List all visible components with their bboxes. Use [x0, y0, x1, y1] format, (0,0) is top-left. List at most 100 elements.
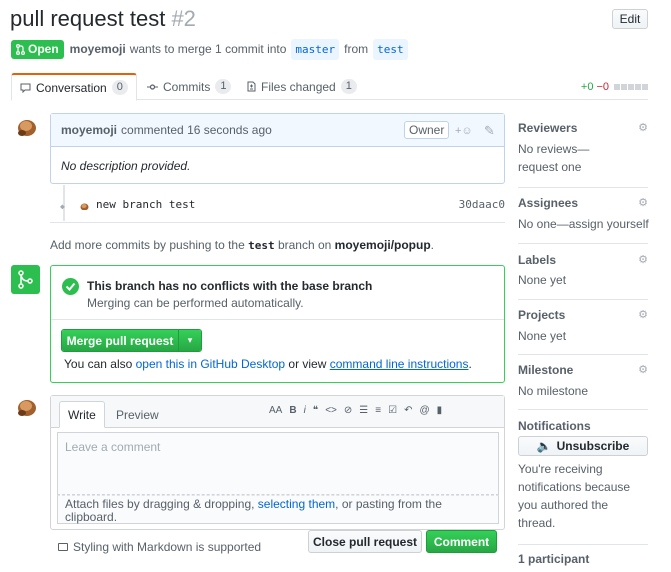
notification-reason-line: You're receiving — [518, 462, 603, 476]
markdown-note[interactable]: Styling with Markdown is supported — [58, 540, 261, 554]
gear-icon[interactable]: ⚙ — [638, 363, 648, 376]
bookmark-icon[interactable]: ▮ — [437, 405, 443, 416]
editor-tabs: Write Preview AA B i ❝ <> ⊘ ☰ ≡ ☑ ↶ @ ▮ — [51, 396, 504, 428]
tab-label: Files changed — [261, 79, 336, 94]
tab-label: Commits — [163, 79, 211, 94]
commit-message[interactable]: new branch test — [96, 198, 195, 211]
hint-repo: moyemoji/popup — [334, 238, 431, 252]
page-title: pull request test #2 — [10, 6, 196, 32]
link-icon[interactable]: ⊘ — [344, 405, 352, 416]
avatar[interactable] — [14, 395, 38, 419]
base-branch[interactable]: master — [291, 38, 340, 60]
mute-icon: 🔈 — [536, 439, 552, 453]
merge-alt-middle: or view — [288, 357, 327, 371]
unsubscribe-label: Unsubscribe — [556, 439, 630, 453]
comment-textarea[interactable]: Leave a comment — [57, 432, 499, 495]
tab-counter: 1 — [340, 79, 357, 94]
push-hint: Add more commits by pushing to the test … — [50, 238, 434, 252]
close-pull-request-button[interactable]: Close pull request — [308, 530, 422, 553]
gear-icon[interactable]: ⚙ — [638, 253, 648, 266]
assignees-value[interactable]: No one—assign yourself — [518, 214, 649, 234]
notification-reason: You're receiving notifications because y… — [518, 460, 648, 532]
diffstat-blocks — [614, 84, 648, 90]
comment-editor: Write Preview AA B i ❝ <> ⊘ ☰ ≡ ☑ ↶ @ ▮ … — [50, 395, 505, 530]
mention-icon[interactable]: @ — [419, 405, 429, 416]
notifications-title: Notifications — [518, 419, 591, 433]
markdown-note-label: Styling with Markdown is supported — [73, 540, 262, 554]
add-reaction-icon[interactable]: +☺ — [455, 125, 473, 137]
tab-conversation[interactable]: Conversation 0 — [11, 73, 137, 101]
commit-icon: ◆ — [60, 202, 65, 211]
status-label: Open — [28, 42, 59, 56]
projects-value: None yet — [518, 329, 567, 343]
quote-icon[interactable]: ❝ — [313, 405, 318, 416]
merge-status: This branch has no conflicts with the ba… — [51, 266, 504, 320]
tab-commits[interactable]: Commits 1 — [139, 73, 239, 100]
unsubscribe-button[interactable]: 🔈 Unsubscribe — [518, 436, 648, 456]
head-branch[interactable]: test — [373, 38, 408, 60]
commit-author-avatar[interactable] — [80, 201, 89, 210]
reviewers-title[interactable]: Reviewers — [518, 121, 577, 135]
ordered-list-icon[interactable]: ≡ — [375, 405, 381, 416]
edit-button[interactable]: Edit — [612, 9, 648, 29]
participants-title: 1 participant — [518, 552, 590, 566]
tab-counter: 0 — [111, 80, 128, 95]
request-review-link[interactable]: request one — [518, 157, 581, 177]
meta-text: wants to merge 1 commit into — [129, 42, 287, 56]
select-files-link[interactable]: selecting them — [258, 497, 335, 511]
sidebar-reviewers: Reviewers ⚙ No reviews— request one — [518, 113, 648, 188]
merge-button-group: Merge pull request ▾ — [61, 329, 202, 352]
labels-value: None yet — [518, 273, 567, 287]
projects-title[interactable]: Projects — [518, 308, 565, 322]
gear-icon[interactable]: ⚙ — [638, 308, 648, 321]
merge-alt-suffix: . — [468, 357, 472, 371]
comment-button[interactable]: Comment — [426, 530, 497, 553]
sidebar-assignees: Assignees ⚙ No one—assign yourself — [518, 188, 649, 244]
deletions-count: −0 — [596, 81, 609, 93]
comment-author[interactable]: moyemoji — [61, 123, 117, 137]
tab-files-changed[interactable]: Files changed 1 — [239, 73, 365, 100]
gear-icon[interactable]: ⚙ — [638, 196, 648, 209]
tab-counter: 1 — [215, 79, 232, 94]
tab-label: Conversation — [36, 80, 107, 95]
pr-description-comment: moyemoji commented 16 seconds ago Owner … — [50, 113, 505, 184]
labels-title[interactable]: Labels — [518, 253, 556, 267]
open-in-desktop-link[interactable]: open this in GitHub Desktop — [136, 357, 285, 371]
diffstat[interactable]: +0 −0 — [581, 81, 648, 93]
merge-pull-request-button[interactable]: Merge pull request — [62, 330, 179, 351]
meta-from: from — [344, 42, 369, 56]
check-icon — [62, 278, 79, 295]
tab-preview[interactable]: Preview — [108, 401, 167, 428]
file-attach-area[interactable]: Attach files by dragging & dropping, sel… — [57, 495, 499, 524]
reply-icon[interactable]: ↶ — [404, 405, 412, 416]
git-merge-icon — [11, 265, 40, 294]
markdown-icon — [58, 543, 68, 551]
reviewers-value: No reviews— — [518, 142, 590, 156]
divider — [50, 222, 505, 223]
gear-icon[interactable]: ⚙ — [638, 121, 648, 134]
merge-status-subtitle: Merging can be performed automatically. — [87, 296, 304, 310]
italic-icon[interactable]: i — [304, 405, 306, 416]
comment-time[interactable]: 16 seconds ago — [187, 123, 272, 137]
command-line-link[interactable]: command line instructions — [330, 357, 469, 371]
unordered-list-icon[interactable]: ☰ — [359, 405, 368, 416]
hint-middle: branch on — [277, 238, 332, 252]
markdown-toolbar: AA B i ❝ <> ⊘ ☰ ≡ ☑ ↶ @ ▮ — [269, 405, 442, 416]
header-icon[interactable]: AA — [269, 405, 282, 416]
pr-title: pull request test — [10, 6, 166, 31]
tab-write[interactable]: Write — [59, 401, 105, 428]
author-link[interactable]: moyemoji — [70, 42, 126, 56]
commit-icon — [147, 83, 158, 90]
code-icon[interactable]: <> — [325, 405, 337, 416]
milestone-title[interactable]: Milestone — [518, 363, 573, 377]
task-list-icon[interactable]: ☑ — [388, 405, 397, 416]
pencil-icon[interactable]: ✎ — [484, 123, 495, 139]
sidebar-notifications: Notifications 🔈 Unsubscribe You're recei… — [518, 410, 648, 545]
sidebar-projects: Projects ⚙ None yet — [518, 300, 648, 355]
avatar[interactable] — [14, 115, 38, 139]
notification-reason-line: thread. — [518, 516, 556, 530]
merge-options-dropdown[interactable]: ▾ — [179, 330, 201, 351]
assignees-title[interactable]: Assignees — [518, 196, 578, 210]
bold-icon[interactable]: B — [289, 405, 296, 416]
commit-sha[interactable]: 30daac0 — [459, 198, 505, 211]
